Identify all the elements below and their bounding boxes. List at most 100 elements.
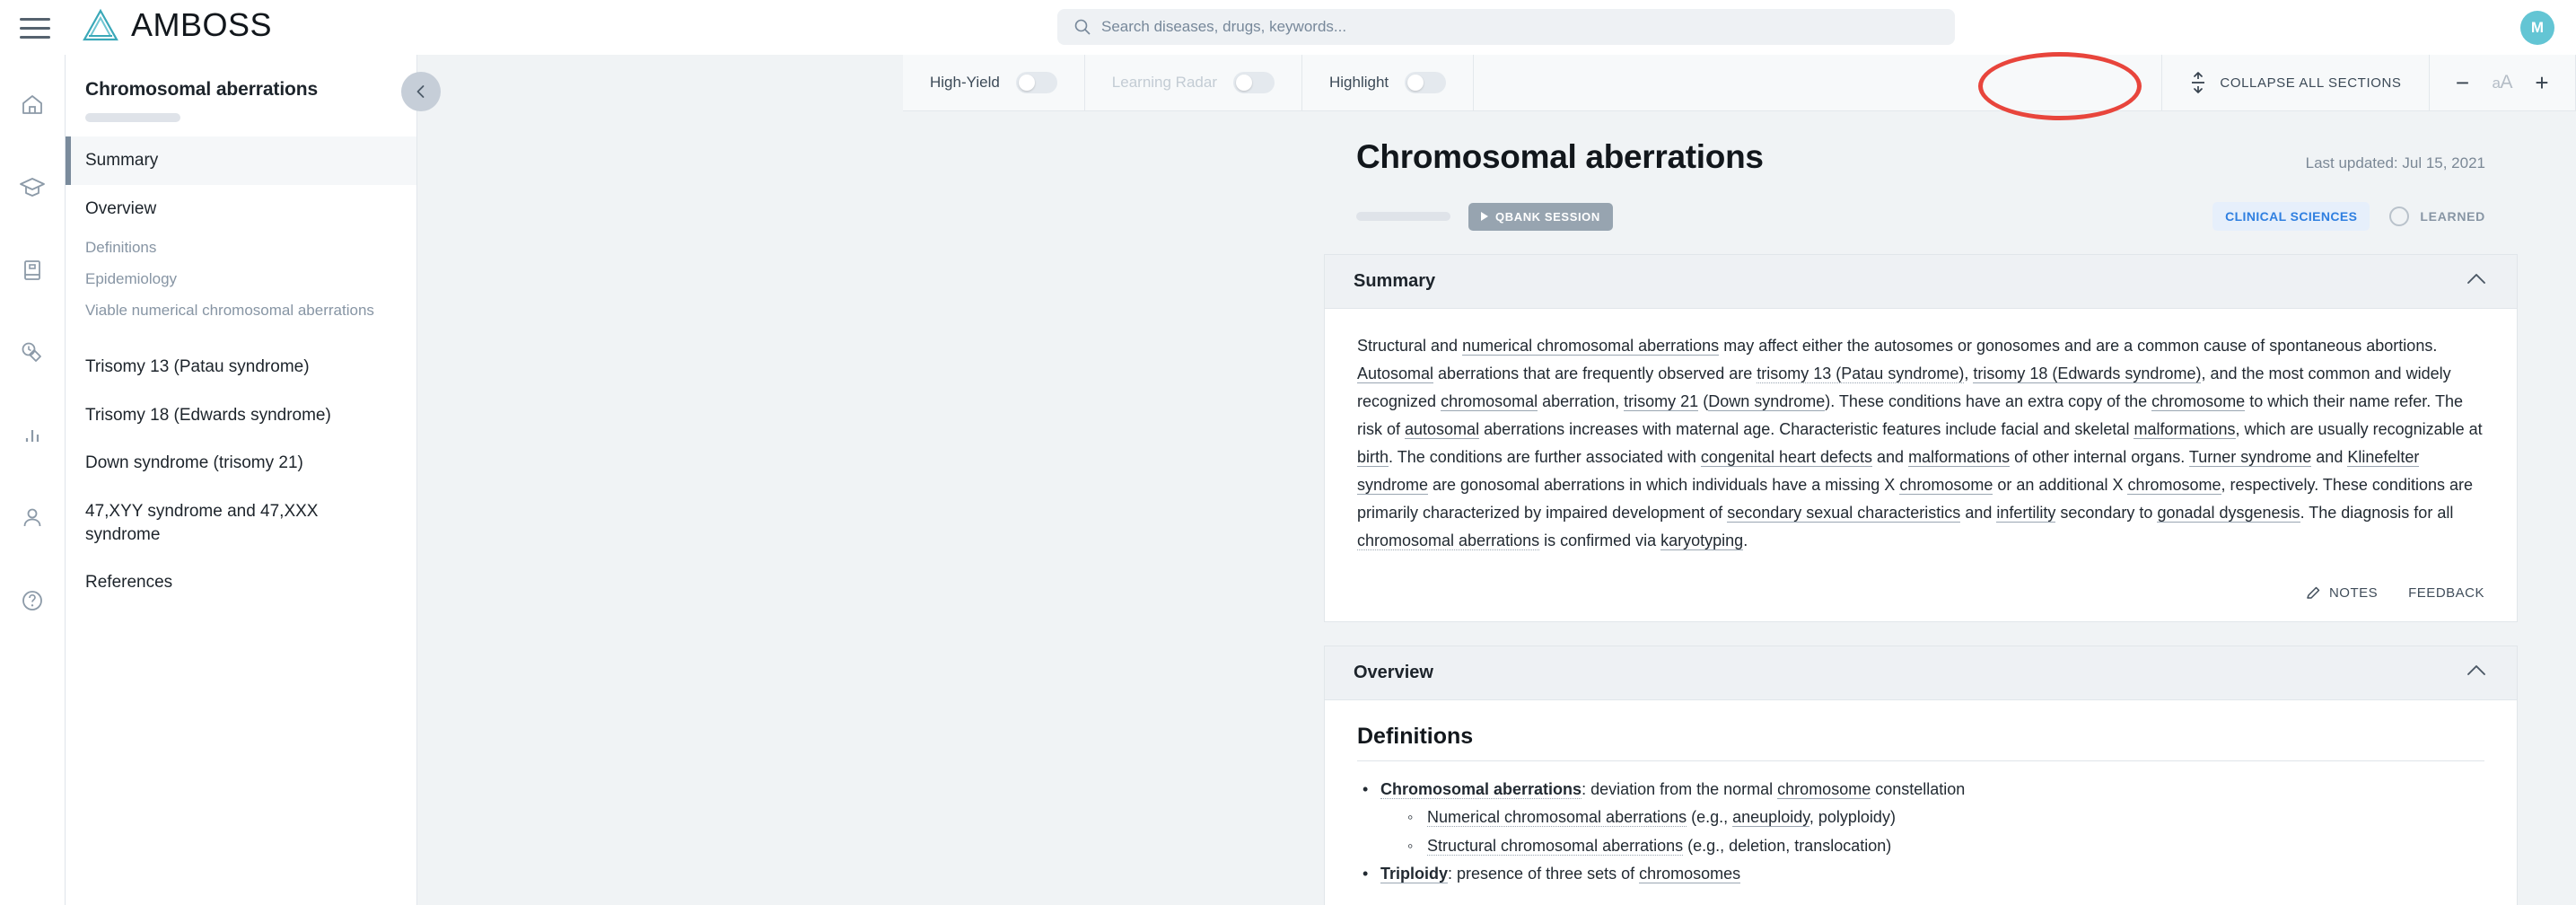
list-item: Chromosomal aberrations: deviation from … [1357,776,2484,861]
summary-paragraph: Structural and numerical chromosomal abe… [1357,332,2484,555]
article-card: Chromosomal aberrations Last updated: Ju… [1324,111,2518,905]
amboss-triangle-icon [81,5,120,45]
rail-item-analytics[interactable] [13,416,52,455]
hamburger-line [20,36,50,39]
toc-item-trisomy-13[interactable]: Trisomy 13 (Patau syndrome) [66,343,416,391]
font-increase-button[interactable]: + [2532,71,2552,94]
rail-item-annotations[interactable] [13,333,52,373]
collapse-all-sections-button[interactable]: COLLAPSE ALL SECTIONS [2162,55,2429,110]
main-content-pane: High-Yield Learning Radar Highlight COLL… [417,55,2576,905]
toc-item-viable-numerical[interactable]: Viable numerical chromosomal aberrations [66,295,416,327]
hamburger-line [20,27,50,30]
notes-label: NOTES [2329,585,2378,601]
toc-item-epidemiology[interactable]: Epidemiology [66,264,416,295]
rail-item-home[interactable] [13,85,52,125]
toc-item-down-syndrome[interactable]: Down syndrome (trisomy 21) [66,439,416,488]
toc-item-definitions[interactable]: Definitions [66,233,416,264]
toc-item-summary[interactable]: Summary [66,136,416,185]
search-box[interactable] [1057,9,1955,45]
definition-text: : presence of three sets of chromosomes [1448,865,1740,883]
toc-collapse-button[interactable] [401,72,441,111]
definitions-subheading: Definitions [1357,724,2484,761]
home-icon [19,92,46,119]
search-icon [1073,18,1091,36]
article-title-row: Chromosomal aberrations Last updated: Ju… [1356,138,2485,176]
book-icon [19,257,46,284]
toc-title: Chromosomal aberrations [66,55,416,101]
high-yield-label: High-Yield [930,74,1000,92]
font-size-indicator: aA [2493,72,2512,93]
section-overview-header[interactable]: Overview [1325,646,2517,700]
toc-divider [66,327,416,343]
high-yield-toggle[interactable] [1016,72,1057,93]
section-overview: Overview Definitions Chromosomal aberrat… [1324,646,2518,905]
list-item: Numerical chromosomal aberrations (e.g.,… [1404,804,2484,832]
font-size-controls: − aA + [2430,55,2576,110]
hamburger-menu-icon[interactable] [13,13,57,43]
notes-button[interactable]: NOTES [2305,585,2378,602]
brand-name: AMBOSS [131,5,272,45]
learning-radar-toggle-cell[interactable]: Learning Radar [1085,55,1302,110]
section-summary-body: Structural and numerical chromosomal abe… [1325,309,2517,621]
toc-list: Summary Overview Definitions Epidemiolog… [66,136,416,607]
qbank-session-label: QBANK SESSION [1495,210,1600,224]
collapse-all-label: COLLAPSE ALL SECTIONS [2220,75,2401,91]
definition-term: Chromosomal aberrations [1380,780,1582,799]
article-toc-sidebar: Chromosomal aberrations Summary Overview… [66,55,417,905]
feedback-button[interactable]: FEEDBACK [2408,585,2484,601]
avatar[interactable]: M [2520,11,2554,45]
definition-term: Triploidy [1380,865,1448,883]
definitions-list: Chromosomal aberrations: deviation from … [1357,776,2484,889]
learned-label: LEARNED [2420,209,2485,224]
rail-item-study[interactable] [13,168,52,207]
page-title: Chromosomal aberrations [1356,138,1764,176]
learning-radar-label: Learning Radar [1112,74,1217,92]
high-yield-toggle-cell[interactable]: High-Yield [903,55,1085,110]
hamburger-line [20,18,50,21]
graduation-cap-icon [18,173,47,202]
toc-item-overview[interactable]: Overview [66,185,416,233]
question-circle-icon [19,587,46,614]
qbank-session-button[interactable]: QBANK SESSION [1468,203,1613,231]
user-icon [19,505,46,532]
learned-circle-icon [2389,206,2409,226]
toc-item-47xyy-47xxx[interactable]: 47,XYY syndrome and 47,XXX syndrome [66,488,416,558]
toc-item-references[interactable]: References [66,558,416,607]
chevron-left-icon [412,83,430,101]
definition-text: : deviation from the normal chromosome c… [1582,780,1965,799]
bar-chart-icon [19,422,46,449]
section-summary-header[interactable]: Summary [1325,255,2517,309]
article-meta-left: QBANK SESSION [1356,203,1613,231]
highlight-label: Highlight [1329,74,1389,92]
pencil-icon [2305,585,2321,602]
rail-item-library[interactable] [13,250,52,290]
learning-radar-toggle[interactable] [1233,72,1275,93]
definitions-sublist: Numerical chromosomal aberrations (e.g.,… [1404,804,2484,860]
article-meta-right: CLINICAL SCIENCES LEARNED [2212,202,2485,231]
feedback-label: FEEDBACK [2408,585,2484,601]
article-progress-bar [1356,212,1450,221]
section-summary-title: Summary [1354,271,1435,292]
font-decrease-button[interactable]: − [2453,71,2473,94]
play-triangle-icon [1481,212,1488,221]
toolbar-spacer [1474,55,2162,110]
article-toolbar: High-Yield Learning Radar Highlight COLL… [903,55,2576,111]
icon-rail [0,55,66,905]
last-updated-text: Last updated: Jul 15, 2021 [2306,154,2485,172]
list-item: Triploidy: presence of three sets of chr… [1357,860,2484,889]
status-badge-clinical-sciences[interactable]: CLINICAL SCIENCES [2212,202,2370,231]
rail-item-help[interactable] [13,581,52,620]
search-input[interactable] [1101,18,1939,36]
article-meta-row: QBANK SESSION CLINICAL SCIENCES LEARNED [1356,202,2485,231]
highlight-toggle-cell[interactable]: Highlight [1302,55,1474,110]
toc-item-trisomy-18[interactable]: Trisomy 18 (Edwards syndrome) [66,391,416,440]
brand-logo-group[interactable]: AMBOSS [81,5,272,45]
section-overview-body: Definitions Chromosomal aberrations: dev… [1325,700,2517,905]
highlight-toggle[interactable] [1405,72,1446,93]
section-overview-title: Overview [1354,663,1433,683]
chevron-up-icon[interactable] [2465,663,2488,682]
rail-item-account[interactable] [13,498,52,538]
article-header: Chromosomal aberrations Last updated: Ju… [1324,111,2518,231]
chevron-up-icon[interactable] [2465,272,2488,291]
learned-toggle[interactable]: LEARNED [2389,206,2485,226]
